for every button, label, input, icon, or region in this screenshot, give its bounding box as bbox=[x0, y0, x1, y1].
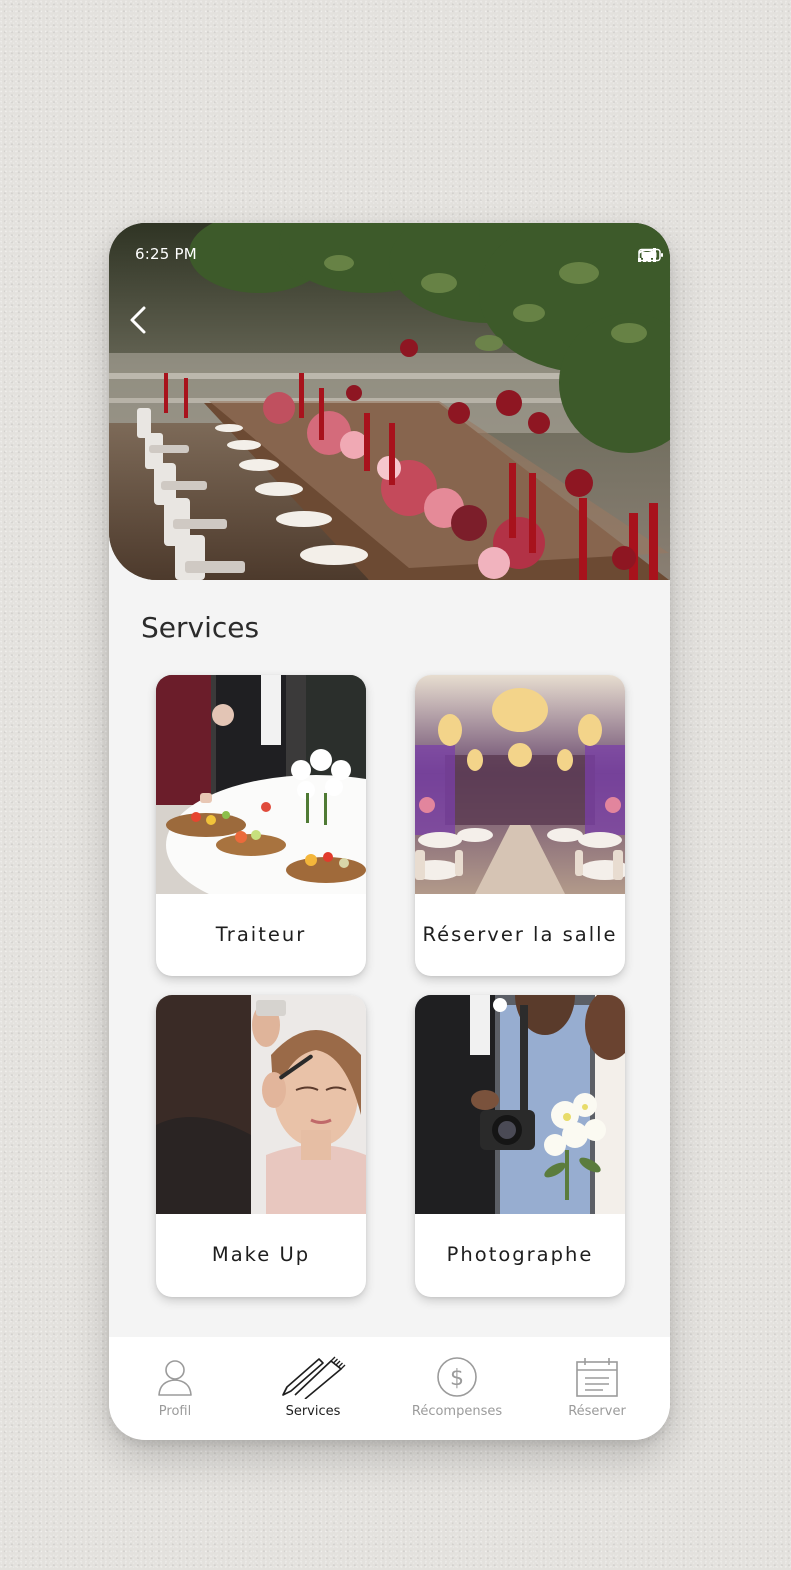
nav-label-profil: Profil bbox=[158, 1404, 192, 1419]
chevron-left-icon bbox=[130, 306, 146, 334]
photographer-photo bbox=[415, 995, 625, 1214]
service-label: Make Up bbox=[211, 1243, 311, 1266]
catering-photo bbox=[156, 675, 366, 894]
service-card-reserver-la-salle[interactable]: Réserver la salle bbox=[415, 675, 625, 976]
comb-pen-icon bbox=[282, 1356, 346, 1399]
nav-item-recompenses[interactable]: $ Récompenses bbox=[397, 1337, 517, 1440]
nav-label-services: Services bbox=[285, 1404, 341, 1419]
nav-label-recompenses: Récompenses bbox=[411, 1404, 503, 1419]
service-card-photographe[interactable]: Photographe bbox=[415, 995, 625, 1297]
svg-text:$: $ bbox=[450, 1366, 464, 1391]
service-label: Traiteur bbox=[215, 923, 307, 946]
dollar-coin-icon: $ bbox=[437, 1357, 477, 1397]
nav-item-profil[interactable]: Profil bbox=[135, 1337, 215, 1440]
service-label: Réserver la salle bbox=[422, 923, 618, 946]
calendar-icon bbox=[576, 1358, 618, 1397]
banquet-hall-photo bbox=[415, 675, 625, 894]
back-button[interactable] bbox=[129, 305, 159, 341]
service-card-make-up[interactable]: Make Up bbox=[156, 995, 366, 1297]
status-bar: 6:25 PM bbox=[109, 223, 670, 283]
user-icon bbox=[158, 1360, 192, 1396]
nav-item-services[interactable]: Services bbox=[268, 1337, 358, 1440]
phone-screen: 6:25 PM Services Traiteur Réserver la sa… bbox=[109, 223, 670, 1440]
nav-item-reserver[interactable]: Réserver bbox=[553, 1337, 641, 1440]
bottom-navigation: Profil Services $ Récompenses Réserver bbox=[109, 1337, 670, 1440]
hero-image-wedding-table: 6:25 PM bbox=[109, 223, 670, 580]
makeup-photo bbox=[156, 995, 366, 1214]
page-title: Services bbox=[141, 611, 260, 644]
battery-icon bbox=[638, 248, 663, 262]
service-label: Photographe bbox=[446, 1243, 594, 1266]
status-time: 6:25 PM bbox=[135, 245, 197, 263]
nav-label-reserver: Réserver bbox=[568, 1404, 626, 1419]
service-card-traiteur[interactable]: Traiteur bbox=[156, 675, 366, 976]
